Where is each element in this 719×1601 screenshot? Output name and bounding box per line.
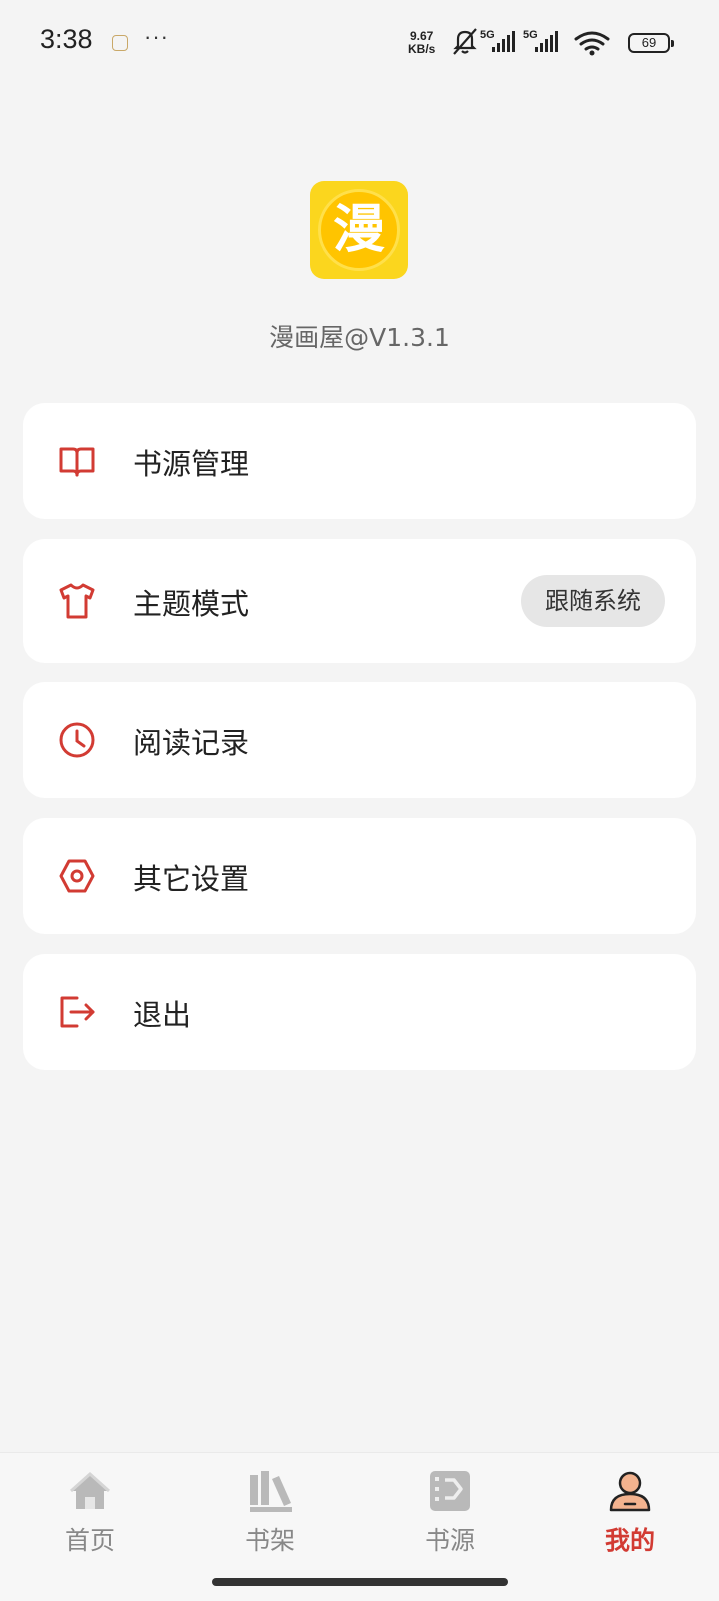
signal-2-icon: [535, 31, 558, 52]
app-logo: 漫: [310, 181, 408, 279]
menu-label-logout: 退出: [133, 998, 192, 1032]
signal-1-icon: [492, 31, 515, 52]
status-indicators: 5G 5G: [453, 28, 610, 56]
menu-label-other-settings: 其它设置: [133, 862, 250, 896]
menu-item-reading-history[interactable]: 阅读记录: [23, 682, 696, 798]
notification-app-icon: [112, 35, 128, 51]
nav-item-mine[interactable]: 我的: [540, 1453, 719, 1573]
menu-label-theme-mode: 主题模式: [133, 587, 250, 621]
book-open-icon: [57, 441, 97, 481]
wifi-icon: [574, 31, 610, 51]
more-notifications-icon: ···: [144, 24, 169, 49]
source-icon: [428, 1469, 472, 1513]
nav-label-home: 首页: [64, 1526, 115, 1555]
theme-mode-value[interactable]: 跟随系统: [521, 575, 665, 627]
network-speed: 9.67 KB/s: [408, 30, 435, 56]
home-icon: [68, 1469, 112, 1513]
hex-nut-icon: [57, 856, 97, 896]
menu-item-other-settings[interactable]: 其它设置: [23, 818, 696, 934]
logo-char: 漫: [332, 200, 385, 260]
tshirt-icon: [57, 581, 97, 621]
user-icon: [608, 1469, 652, 1513]
status-bar: 3:38 ··· 9.67 KB/s 5G 5G 69: [0, 0, 719, 86]
home-indicator[interactable]: [212, 1578, 508, 1586]
network-speed-unit: KB/s: [408, 42, 436, 56]
nav-item-home[interactable]: 首页: [0, 1453, 180, 1573]
signal-1-label: 5G: [480, 29, 495, 41]
muted-bell-icon: [453, 28, 477, 55]
status-time: 3:38: [40, 24, 93, 54]
nav-item-bookshelf[interactable]: 书架: [180, 1453, 360, 1573]
nav-label-bookshelf: 书架: [244, 1526, 295, 1555]
app-version: 漫画屋@V1.3.1: [269, 323, 450, 352]
signal-2-label: 5G: [523, 29, 538, 41]
clock-icon: [57, 720, 97, 760]
nav-item-source[interactable]: 书源: [360, 1453, 540, 1573]
logout-icon: [57, 992, 97, 1032]
menu-label-source-management: 书源管理: [133, 447, 250, 481]
nav-label-mine: 我的: [604, 1526, 655, 1555]
nav-label-source: 书源: [424, 1526, 475, 1555]
menu-item-source-management[interactable]: 书源管理: [23, 403, 696, 519]
battery-icon: 69: [628, 33, 674, 53]
bookshelf-icon: [248, 1469, 292, 1513]
menu-item-theme-mode[interactable]: 主题模式 跟随系统: [23, 539, 696, 663]
menu-label-reading-history: 阅读记录: [133, 726, 250, 760]
menu-item-logout[interactable]: 退出: [23, 954, 696, 1070]
